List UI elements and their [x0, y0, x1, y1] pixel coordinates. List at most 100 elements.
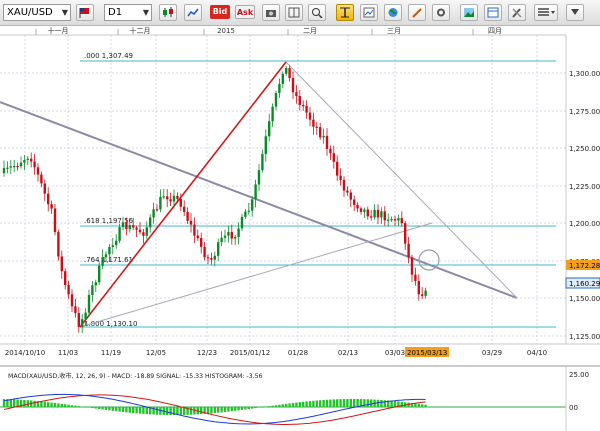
camera-icon[interactable]: [262, 4, 280, 21]
macd-bar: [393, 401, 397, 407]
price-tick-label: 1,125.00: [569, 333, 600, 341]
candle-body: [118, 227, 121, 241]
candle: [308, 106, 312, 127]
macd-bar: [366, 399, 369, 407]
candle-body: [288, 68, 291, 79]
macd-bar: [9, 399, 12, 407]
picture-icon[interactable]: [460, 4, 478, 21]
fan-line-upper: [285, 61, 518, 299]
candle-body: [278, 83, 281, 94]
candle-body: [220, 237, 223, 243]
candle: [298, 90, 301, 111]
chart-type-icon[interactable]: [159, 4, 177, 21]
draw-tool-icon[interactable]: [336, 4, 354, 21]
candle: [339, 168, 342, 186]
candle-body: [121, 222, 125, 228]
candle-body: [407, 243, 410, 258]
candle: [400, 211, 403, 227]
top-month-axis: 十一月 十二月 2015 二月 三月 四月: [35, 26, 502, 35]
candle-body: [247, 210, 250, 212]
candle: [57, 229, 60, 261]
candle: [240, 214, 244, 231]
macd-bar: [370, 399, 373, 407]
candle-body: [397, 218, 400, 221]
flag-icon[interactable]: [76, 4, 94, 21]
candle-body: [210, 258, 213, 260]
macd-bar: [217, 407, 220, 413]
candle: [424, 287, 427, 299]
macd-bar: [2, 399, 6, 407]
candle: [291, 71, 295, 99]
macd-bar: [213, 407, 216, 414]
macd-bar: [135, 407, 138, 414]
candle: [213, 251, 216, 267]
macd-bar: [349, 398, 352, 407]
timeframe-value: D1: [108, 7, 123, 18]
candle-body: [237, 228, 240, 238]
macd-bar: [356, 398, 359, 407]
svg-text:2015/03/13: 2015/03/13: [407, 349, 447, 357]
more-icon[interactable]: [566, 4, 584, 21]
candle-body: [349, 192, 352, 200]
candle-body: [421, 294, 424, 296]
candle: [111, 237, 114, 255]
candle: [138, 222, 142, 235]
candle-body: [81, 319, 84, 327]
settings-icon[interactable]: [432, 4, 450, 21]
candle-body: [57, 232, 60, 257]
candle: [380, 207, 383, 224]
macd-bar: [98, 407, 101, 410]
timeframe-select[interactable]: D1 ▼: [104, 4, 152, 21]
candle: [26, 155, 29, 166]
candle-body: [101, 257, 104, 266]
line-chart-icon[interactable]: [184, 4, 202, 21]
candle: [152, 202, 155, 224]
bid-toggle-button[interactable]: Bid: [210, 5, 230, 19]
candle: [414, 267, 417, 286]
macd-bar: [346, 398, 349, 407]
candle-body: [363, 209, 366, 212]
candle-body: [234, 237, 237, 239]
date-tick-label: 2015/01/12: [230, 349, 270, 357]
price-chart[interactable]: 十一月 十二月 2015 二月 三月 四月 .000 1,307.49 .618 1,19…: [0, 26, 600, 431]
candle: [118, 223, 121, 244]
ask-toggle-button[interactable]: Ask: [235, 5, 255, 19]
candle-body: [200, 238, 203, 247]
candle: [91, 280, 94, 302]
macd-bar: [47, 402, 50, 407]
candle-body: [285, 68, 288, 74]
candle-body: [6, 167, 9, 169]
candle: [387, 213, 390, 227]
macd-bar: [254, 407, 257, 409]
candle: [162, 188, 165, 200]
macd-bar: [336, 399, 339, 407]
layout-icon[interactable]: [484, 4, 502, 21]
macd-bar: [295, 402, 298, 407]
candle-body: [264, 136, 267, 154]
macd-bar: [179, 407, 182, 415]
tools-icon[interactable]: [508, 4, 526, 21]
zoom-icon[interactable]: [308, 4, 326, 21]
candle: [288, 65, 291, 82]
macd-bar: [155, 407, 159, 415]
macd-axis-zero: 00: [569, 404, 578, 412]
macd-bar: [271, 405, 274, 407]
scale-icon[interactable]: [285, 4, 303, 21]
candle-body: [186, 211, 189, 221]
candle-body: [142, 232, 145, 236]
indicator-icon[interactable]: [360, 4, 378, 21]
date-tick-label: 03/03: [385, 349, 405, 357]
macd-bar: [240, 407, 244, 410]
candle: [342, 176, 346, 197]
date-axis: 2014/10/10 11/03 11/19 12/05 12/23 2015/01/12…: [5, 349, 547, 357]
macd-bar: [23, 399, 26, 407]
macd-bar: [322, 399, 325, 407]
candle: [200, 232, 203, 254]
candle-body: [370, 216, 373, 218]
macd-bar: [189, 407, 193, 415]
menu-icon[interactable]: [534, 4, 558, 21]
symbol-select[interactable]: XAU/USD ▼: [3, 4, 71, 21]
edit-icon[interactable]: [408, 4, 426, 21]
candle-body: [295, 92, 298, 96]
globe-icon[interactable]: [384, 4, 402, 21]
